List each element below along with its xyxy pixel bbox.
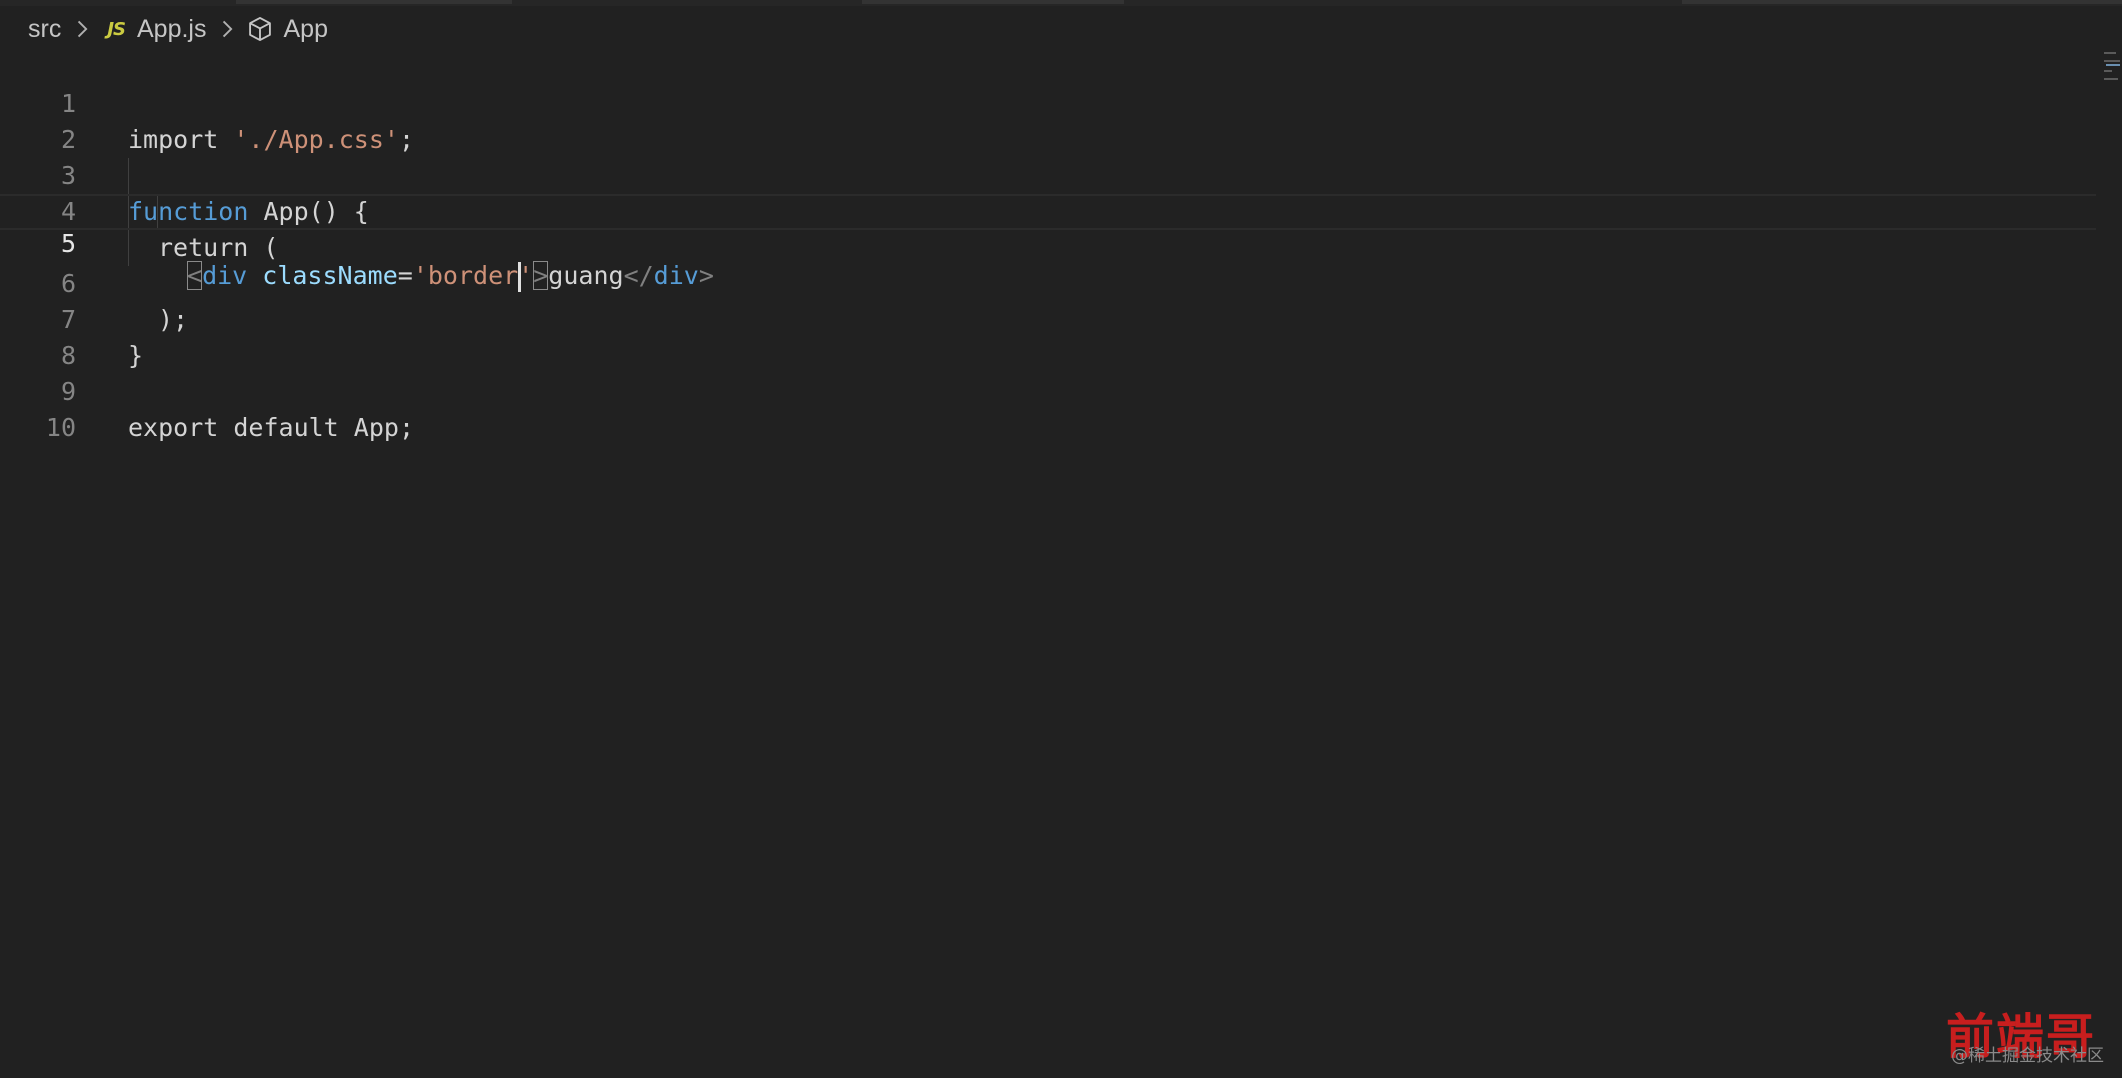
chevron-right-icon bbox=[223, 20, 233, 38]
tab-bar-strip bbox=[0, 0, 2122, 6]
keyword-export: export bbox=[128, 413, 219, 442]
code-line[interactable]: 10 bbox=[0, 374, 2096, 442]
line-code: export default App; bbox=[128, 410, 414, 446]
tab-bar-segment bbox=[862, 0, 1124, 4]
code-line[interactable]: 9 export default App; bbox=[0, 338, 2096, 442]
code-line[interactable]: 4 return ( bbox=[0, 158, 2096, 262]
minimap[interactable] bbox=[2100, 48, 2122, 88]
breadcrumb-folder[interactable]: src bbox=[28, 15, 61, 44]
code-line[interactable]: 7 } bbox=[0, 266, 2096, 370]
code-line[interactable]: 6 ); bbox=[0, 230, 2096, 334]
code-line[interactable]: 1 import './App.css'; bbox=[0, 50, 2096, 154]
punctuation: ; bbox=[398, 413, 415, 442]
breadcrumb-folder-label: src bbox=[28, 14, 62, 43]
code-editor[interactable]: 1 import './App.css'; 2 3 function App()… bbox=[0, 50, 2100, 1078]
breadcrumb-symbol[interactable]: App bbox=[246, 14, 328, 44]
keyword-default: default bbox=[233, 413, 339, 442]
breadcrumb: src JS App.js App bbox=[28, 12, 328, 46]
js-file-icon: JS bbox=[107, 18, 126, 40]
breadcrumb-file-label: App.js bbox=[137, 14, 207, 43]
code-line-current[interactable]: 5 <div className='border'>guang</div> bbox=[0, 194, 2096, 292]
tab-bar-segment bbox=[236, 0, 512, 4]
breadcrumb-file[interactable]: JS App.js bbox=[101, 15, 206, 44]
code-line[interactable]: 3 function App() { bbox=[0, 122, 2096, 226]
tab-bar-segment bbox=[1682, 0, 2122, 4]
watermark: 前端哥 @稀土掘金技术社区 bbox=[1920, 1012, 2110, 1072]
cube-icon bbox=[249, 16, 272, 42]
line-number: 10 bbox=[45, 413, 76, 442]
minimap-line bbox=[2104, 52, 2116, 54]
breadcrumb-symbol-label: App bbox=[283, 14, 328, 43]
watermark-text: @稀土掘金技术社区 bbox=[1951, 1046, 2104, 1066]
code-line[interactable]: 8 bbox=[0, 302, 2096, 370]
code-line[interactable]: 2 bbox=[0, 86, 2096, 154]
minimap-line bbox=[2104, 60, 2120, 62]
minimap-line bbox=[2106, 64, 2120, 66]
chevron-right-icon bbox=[78, 20, 88, 38]
identifier: App bbox=[353, 413, 399, 442]
minimap-line bbox=[2104, 70, 2112, 72]
minimap-line bbox=[2104, 78, 2118, 80]
